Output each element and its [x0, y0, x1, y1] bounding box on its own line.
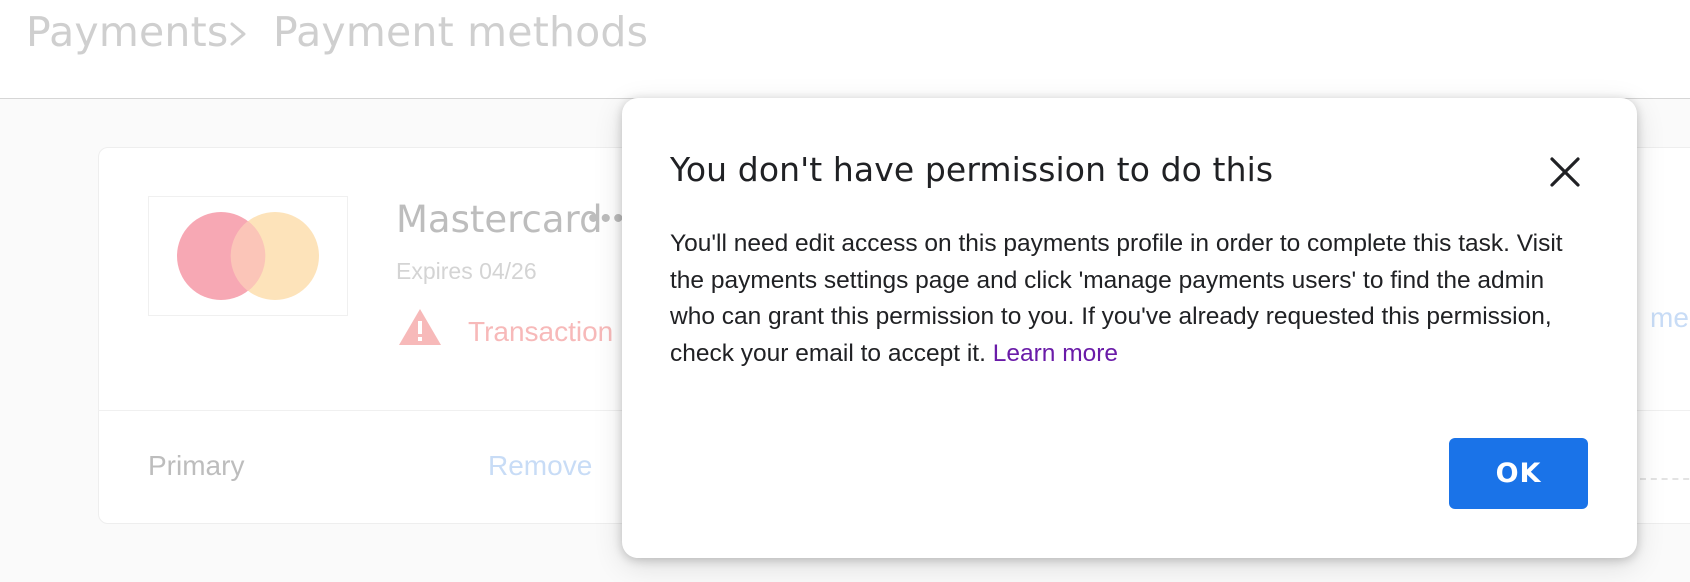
- card-masked-number: •••: [588, 202, 626, 235]
- close-icon[interactable]: [1543, 150, 1587, 194]
- primary-label: Primary: [148, 450, 245, 481]
- ok-button[interactable]: OK: [1449, 438, 1588, 509]
- dialog-title: You don't have permission to do this: [670, 150, 1274, 189]
- learn-more-link[interactable]: Learn more: [993, 340, 1118, 367]
- breadcrumb-item-payments[interactable]: Payments: [26, 8, 228, 56]
- dashed-divider: [1640, 478, 1690, 480]
- transaction-warning-text: Transaction: [468, 316, 614, 347]
- card-name: Mastercard: [396, 198, 603, 241]
- mastercard-logo-icon: [148, 196, 348, 316]
- warning-triangle-icon: [397, 307, 443, 352]
- card-expiry: Expires 04/26: [396, 258, 537, 284]
- remove-link[interactable]: Remove: [488, 450, 592, 482]
- dialog-body: You'll need edit access on this payments…: [670, 226, 1590, 372]
- manage-link-partial[interactable]: men: [1650, 302, 1690, 334]
- page-header: Payments Payment methods: [0, 0, 1690, 99]
- chevron-right-icon: [226, 14, 250, 59]
- permission-dialog: You don't have permission to do this You…: [622, 98, 1637, 558]
- breadcrumb-item-payment-methods: Payment methods: [273, 8, 649, 56]
